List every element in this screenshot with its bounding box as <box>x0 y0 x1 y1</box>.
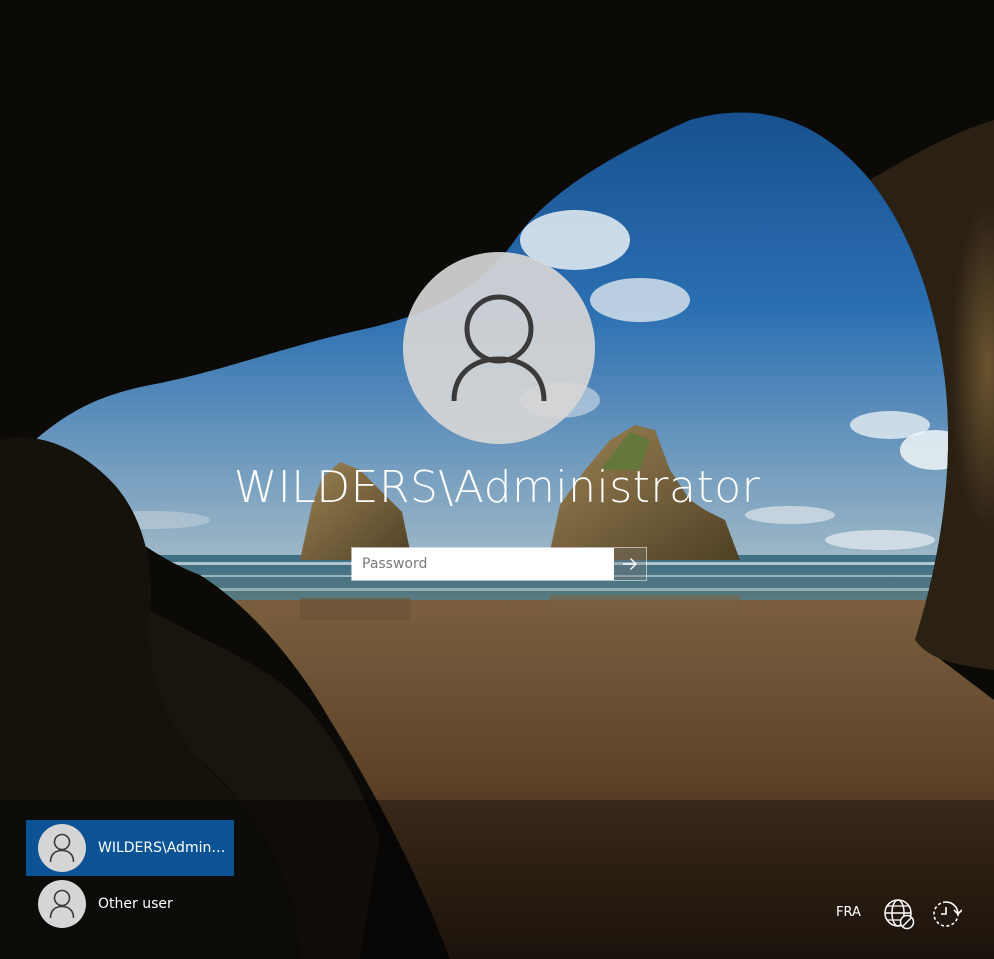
arrow-right-icon <box>623 558 637 570</box>
avatar <box>38 824 86 872</box>
person-icon <box>49 833 75 863</box>
ease-of-access-button[interactable] <box>929 897 963 931</box>
user-tile-other-user[interactable]: Other user <box>26 876 234 932</box>
lock-screen: WILDERS\Administrator WILDERS\Admini... <box>0 0 994 959</box>
network-button[interactable] <box>882 897 916 931</box>
ease-of-access-icon <box>933 901 962 927</box>
network-disconnected-icon <box>884 899 915 930</box>
person-icon <box>49 889 75 919</box>
user-tile-administrator[interactable]: WILDERS\Admini... <box>26 820 234 876</box>
avatar <box>38 880 86 928</box>
password-input[interactable] <box>352 548 614 580</box>
user-list: WILDERS\Admini... Other user <box>26 820 234 932</box>
user-tile-label: Other user <box>98 896 173 912</box>
language-indicator[interactable]: FRA <box>836 905 861 920</box>
person-icon <box>451 294 547 402</box>
password-box <box>351 547 647 581</box>
user-tile-label: WILDERS\Admini... <box>98 840 228 856</box>
submit-button[interactable] <box>614 548 646 580</box>
user-avatar-large <box>403 252 595 444</box>
username-title: WILDERS\Administrator <box>233 462 761 513</box>
